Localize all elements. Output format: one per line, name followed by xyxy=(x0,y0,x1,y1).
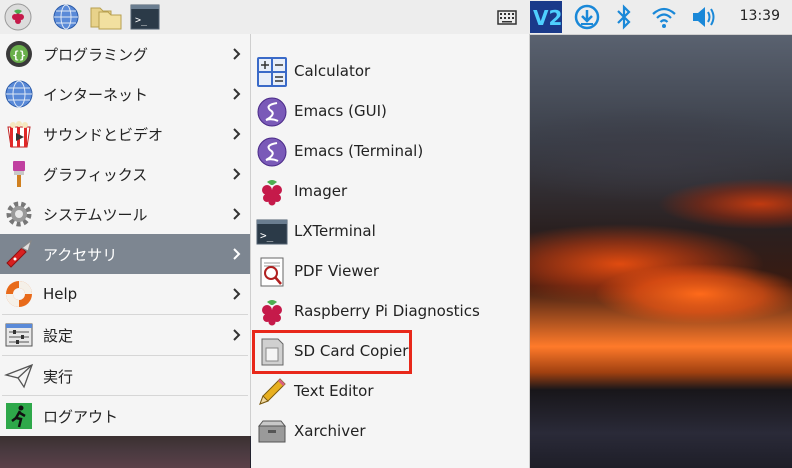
vnc-icon[interactable]: V2 xyxy=(530,1,562,33)
menu-item-programming[interactable]: {} プログラミング xyxy=(0,34,250,74)
clock[interactable]: 13:39 xyxy=(740,8,780,24)
menu-item-help[interactable]: Help xyxy=(0,274,250,314)
chevron-right-icon xyxy=(233,128,241,140)
file-manager-icon[interactable] xyxy=(90,3,122,31)
menu-item-internet[interactable]: インターネット xyxy=(0,74,250,114)
keyboard-icon[interactable] xyxy=(496,3,518,31)
download-icon[interactable] xyxy=(574,3,600,31)
volume-icon[interactable] xyxy=(690,3,720,31)
svg-text:{}: {} xyxy=(13,49,26,62)
menu-item-accessories[interactable]: アクセサリ xyxy=(0,234,250,274)
submenu-item-emacs-terminal[interactable]: Emacs (Terminal) xyxy=(251,132,529,172)
submenu-item-label: Calculator xyxy=(294,62,371,80)
chevron-right-icon xyxy=(233,88,241,100)
submenu-item-pdf-viewer[interactable]: PDF Viewer xyxy=(251,252,529,292)
submenu-item-label: Emacs (Terminal) xyxy=(294,142,424,160)
accessories-submenu: Calculator Emacs (GUI) Emacs (Terminal) … xyxy=(251,34,530,468)
menu-item-label: システムツール xyxy=(43,205,148,224)
submenu-item-label: Imager xyxy=(294,182,348,200)
archive-icon xyxy=(257,420,287,443)
submenu-item-emacs-gui[interactable]: Emacs (GUI) xyxy=(251,92,529,132)
menu-item-settings[interactable]: 設定 xyxy=(0,315,250,355)
calculator-icon xyxy=(257,57,287,87)
chevron-right-icon xyxy=(233,248,241,260)
submenu-item-lxterminal[interactable]: >_ LXTerminal xyxy=(251,212,529,252)
menu-item-label: プログラミング xyxy=(43,45,149,64)
submenu-item-xarchiver[interactable]: Xarchiver xyxy=(251,412,529,452)
menu-item-label: 設定 xyxy=(43,326,74,345)
submenu-item-imager[interactable]: Imager xyxy=(251,172,529,212)
accessories-knife-icon xyxy=(6,239,32,268)
emacs-icon xyxy=(257,97,287,127)
submenu-item-label: Xarchiver xyxy=(294,422,366,440)
submenu-item-calculator[interactable]: Calculator xyxy=(251,52,529,92)
settings-icon xyxy=(5,323,33,347)
menu-item-graphics[interactable]: グラフィックス xyxy=(0,154,250,194)
raspberry-icon xyxy=(262,180,282,206)
desktop-wallpaper-strip xyxy=(0,436,250,468)
terminal-icon: >_ xyxy=(256,219,288,245)
highlight-box xyxy=(252,330,412,374)
submenu-item-label: Emacs (GUI) xyxy=(294,102,387,120)
bluetooth-icon[interactable] xyxy=(614,3,634,31)
text-editor-icon xyxy=(259,378,286,405)
chevron-right-icon xyxy=(233,208,241,220)
menu-item-run[interactable]: 実行 xyxy=(0,356,250,396)
raspberry-icon xyxy=(262,300,282,326)
emacs-icon xyxy=(257,137,287,167)
menu-item-label: サウンドとビデオ xyxy=(43,125,164,144)
submenu-item-label: PDF Viewer xyxy=(294,262,379,280)
pdf-viewer-icon xyxy=(260,257,284,287)
run-paperplane-icon xyxy=(4,363,34,389)
raspberry-menu-icon[interactable] xyxy=(4,3,32,31)
taskbar: >_ V2 13:39 xyxy=(0,0,792,35)
terminal-icon[interactable]: >_ xyxy=(130,3,160,31)
programming-icon: {} xyxy=(6,41,32,67)
chevron-right-icon xyxy=(233,48,241,60)
menu-item-sound-video[interactable]: サウンドとビデオ xyxy=(0,114,250,154)
submenu-item-label: LXTerminal xyxy=(294,222,376,240)
menu-item-label: Help xyxy=(43,285,78,303)
svg-text:>_: >_ xyxy=(260,229,274,242)
menu-item-label: アクセサリ xyxy=(43,245,118,264)
menu-item-logout[interactable]: ログアウト xyxy=(0,396,250,436)
sound-video-icon xyxy=(7,121,31,148)
svg-text:V2: V2 xyxy=(533,6,562,30)
graphics-brush-icon xyxy=(13,161,25,187)
menu-item-label: グラフィックス xyxy=(43,165,148,184)
submenu-item-label: Text Editor xyxy=(294,382,374,400)
menu-item-system-tools[interactable]: システムツール xyxy=(0,194,250,234)
submenu-item-raspberry-pi-diagnostics[interactable]: Raspberry Pi Diagnostics xyxy=(251,292,529,332)
chevron-right-icon xyxy=(233,168,241,180)
menu-item-label: インターネット xyxy=(43,85,149,104)
submenu-item-text-editor[interactable]: Text Editor xyxy=(251,372,529,412)
application-menu: {} プログラミング インターネット サウンドとビデオ グラフィックス システム… xyxy=(0,34,251,436)
logout-icon xyxy=(6,403,32,429)
wifi-icon[interactable] xyxy=(650,3,678,31)
chevron-right-icon xyxy=(233,288,241,300)
svg-text:>_: >_ xyxy=(135,15,148,26)
submenu-item-label: Raspberry Pi Diagnostics xyxy=(294,302,480,320)
menu-item-label: 実行 xyxy=(43,367,74,386)
system-gear-icon xyxy=(6,201,32,227)
web-browser-icon[interactable] xyxy=(52,3,80,31)
help-lifebuoy-icon xyxy=(6,281,32,307)
globe-icon xyxy=(5,80,33,108)
chevron-right-icon xyxy=(233,329,241,341)
menu-item-label: ログアウト xyxy=(43,407,119,426)
